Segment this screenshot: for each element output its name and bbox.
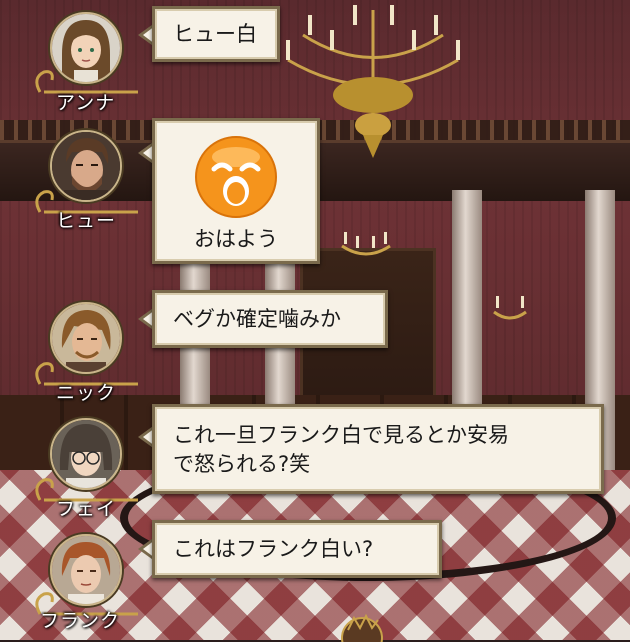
message-bubble[interactable]: これ一旦フランク白で見るとか安易 で怒られる?笑	[152, 404, 604, 494]
sticker-bubble[interactable]: おはよう	[152, 118, 320, 264]
message-text: ベグか確定噛みか	[173, 307, 341, 331]
wall-sconce-icon	[493, 296, 527, 320]
sticker-caption: おはよう	[194, 227, 278, 251]
message-text-line: で怒られる?笑	[173, 452, 311, 476]
surprised-face-icon	[195, 136, 277, 218]
speaker-name: ニック	[56, 382, 117, 404]
small-chandelier-icon	[341, 232, 391, 256]
message-bubble[interactable]: ヒュー白	[152, 6, 280, 62]
message-text: ヒュー白	[173, 22, 257, 46]
next-message-avatar-icon	[341, 613, 383, 642]
speaker-name: ヒュー	[56, 210, 117, 232]
speaker-name: アンナ	[56, 92, 116, 114]
message-bubble[interactable]: これはフランク白い?	[152, 520, 442, 578]
speaker-name: フェイ	[56, 498, 117, 520]
message-text: これはフランク白い?	[173, 537, 374, 561]
message-bubble[interactable]: ベグか確定噛みか	[152, 290, 388, 348]
speaker-name: フランク	[40, 610, 121, 632]
message-text-line: これ一旦フランク白で見るとか安易	[173, 423, 509, 447]
